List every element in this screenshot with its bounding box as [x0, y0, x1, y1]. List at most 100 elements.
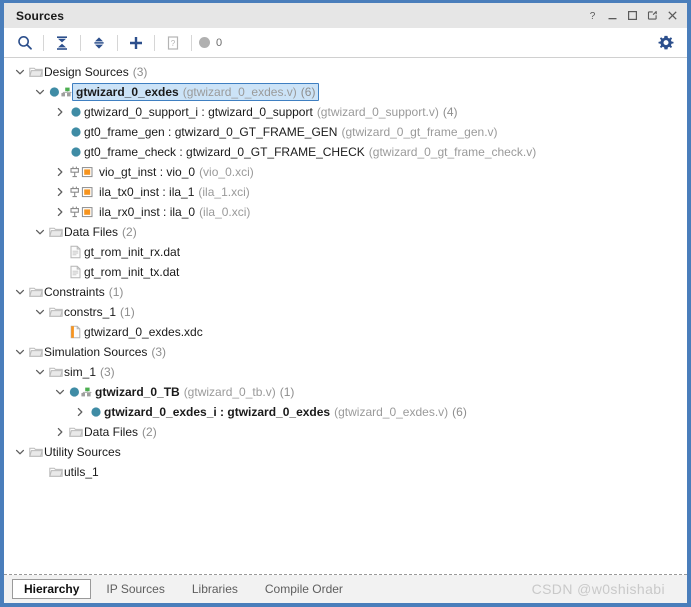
tab-hierarchy[interactable]: Hierarchy	[12, 579, 92, 599]
tree-row[interactable]: ila_tx0_inst : ila_1 (ila_1.xci)	[4, 182, 687, 202]
tree-row[interactable]: gt_rom_init_rx.dat	[4, 242, 687, 262]
tree-item-count: (2)	[142, 425, 157, 439]
tree-item-filename: (gtwizard_0_exdes.v)	[182, 85, 297, 99]
tree-item-name: constrs_1	[64, 305, 117, 319]
tree-row-label: Design Sources (3)	[44, 65, 147, 79]
tree-row[interactable]: gtwizard_0_exdes.xdc	[4, 322, 687, 342]
tree-item-filename: (ila_1.xci)	[198, 185, 250, 199]
tree-row-label: utils_1	[64, 465, 99, 479]
chevron-down-icon[interactable]	[52, 382, 67, 402]
chevron-down-icon[interactable]	[32, 222, 47, 242]
float-window-icon[interactable]	[644, 7, 661, 24]
module-icon	[87, 402, 104, 422]
tree-row[interactable]: gt0_frame_check : gtwizard_0_GT_FRAME_CH…	[4, 142, 687, 162]
tree-row[interactable]: utils_1	[4, 462, 687, 482]
tree-item-name: gtwizard_0_TB	[95, 385, 180, 399]
expand-all-icon[interactable]	[86, 31, 112, 55]
search-icon[interactable]	[12, 31, 38, 55]
chevron-right-icon[interactable]	[52, 162, 67, 182]
tree-row[interactable]: Design Sources (3)	[4, 62, 687, 82]
chevron-down-icon[interactable]	[12, 62, 27, 82]
chevron-right-icon[interactable]	[52, 182, 67, 202]
chevron-down-icon[interactable]	[32, 82, 47, 102]
maximize-icon[interactable]	[624, 7, 641, 24]
tree-row[interactable]: Simulation Sources (3)	[4, 342, 687, 362]
tree-item-filename: (vio_0.xci)	[199, 165, 254, 179]
titlebar: Sources ?	[4, 3, 687, 28]
module-top-icon	[47, 82, 75, 102]
chevron-right-icon[interactable]	[52, 202, 67, 222]
tree-item-filename: (gtwizard_0_tb.v)	[183, 385, 276, 399]
tree-row-label: gtwizard_0_exdes_i : gtwizard_0_exdes (gt…	[104, 405, 467, 419]
chevron-down-icon[interactable]	[12, 342, 27, 362]
folder-icon	[47, 462, 64, 482]
tree-item-name: gt0_frame_check : gtwizard_0_GT_FRAME_CH…	[84, 145, 365, 159]
tree-item-name: Simulation Sources	[44, 345, 148, 359]
module-top-icon	[67, 382, 95, 402]
sources-tree[interactable]: Design Sources (3) gtwizard_0_exdes (gtwiza…	[4, 58, 687, 574]
tree-row[interactable]: Constraints (1)	[4, 282, 687, 302]
folder-icon	[27, 342, 44, 362]
message-count-indicator: 0	[199, 37, 222, 49]
chevron-right-icon[interactable]	[52, 102, 67, 122]
tree-row-label: vio_gt_inst : vio_0 (vio_0.xci)	[99, 165, 254, 179]
tree-item-name: gtwizard_0_exdes_i : gtwizard_0_exdes	[104, 405, 331, 419]
tree-row[interactable]: Data Files (2)	[4, 422, 687, 442]
tree-item-count: (1)	[279, 385, 295, 399]
help-icon[interactable]: ?	[584, 7, 601, 24]
tree-item-filename: (ila_0.xci)	[199, 205, 251, 219]
tree-row-label: Data Files (2)	[64, 225, 137, 239]
tab-libraries[interactable]: Libraries	[180, 579, 250, 599]
tree-row-label: Utility Sources	[44, 445, 121, 459]
chevron-down-icon[interactable]	[32, 362, 47, 382]
close-icon[interactable]	[664, 7, 681, 24]
tree-item-name: Design Sources	[44, 65, 129, 79]
tree-row[interactable]: sim_1 (3)	[4, 362, 687, 382]
gear-icon[interactable]	[653, 31, 679, 55]
tree-item-count: (3)	[100, 365, 115, 379]
tree-item-count: (3)	[132, 65, 148, 79]
tree-row[interactable]: gt0_frame_gen : gtwizard_0_GT_FRAME_GEN(…	[4, 122, 687, 142]
collapse-all-icon[interactable]	[49, 31, 75, 55]
tree-item-name: utils_1	[64, 465, 99, 479]
tree-item-filename: (gtwizard_0_gt_frame_gen.v)	[341, 125, 498, 139]
tree-row[interactable]: Data Files (2)	[4, 222, 687, 242]
folder-icon	[27, 282, 44, 302]
tree-row[interactable]: ila_rx0_inst : ila_0 (ila_0.xci)	[4, 202, 687, 222]
tree-row[interactable]: gtwizard_0_exdes_i : gtwizard_0_exdes (gt…	[4, 402, 687, 422]
svg-text:?: ?	[171, 39, 176, 48]
tree-row-label: Constraints (1)	[44, 285, 123, 299]
panel-title: Sources	[16, 8, 65, 23]
tab-compile-order[interactable]: Compile Order	[253, 579, 355, 599]
tree-item-count: (6)	[300, 85, 316, 99]
tree-row[interactable]: constrs_1 (1)	[4, 302, 687, 322]
chevron-down-icon[interactable]	[12, 442, 27, 462]
chevron-down-icon[interactable]	[12, 282, 27, 302]
tree-item-name: ila_tx0_inst : ila_1	[99, 185, 195, 199]
tree-item-filename: (gtwizard_0_exdes.v)	[334, 405, 449, 419]
chevron-right-icon[interactable]	[72, 402, 87, 422]
tree-row-label: Data Files (2)	[84, 425, 157, 439]
tree-row[interactable]: gtwizard_0_exdes (gtwizard_0_exdes.v) (6)	[4, 82, 687, 102]
tree-row[interactable]: gtwizard_0_TB (gtwizard_0_tb.v) (1)	[4, 382, 687, 402]
report-icon: ?	[160, 31, 186, 55]
tree-item-name: sim_1	[64, 365, 97, 379]
tree-row-label: ila_rx0_inst : ila_0 (ila_0.xci)	[99, 205, 250, 219]
minimize-icon[interactable]	[604, 7, 621, 24]
chevron-down-icon[interactable]	[32, 302, 47, 322]
tree-row-label: gt_rom_init_tx.dat	[84, 265, 179, 279]
bottom-tabbar: Hierarchy IP Sources Libraries Compile Orde…	[4, 575, 687, 603]
add-sources-icon[interactable]	[123, 31, 149, 55]
tree-item-name: vio_gt_inst : vio_0	[99, 165, 196, 179]
tree-row[interactable]: gtwizard_0_support_i : gtwizard_0_suppor…	[4, 102, 687, 122]
datafile-icon	[67, 242, 84, 262]
chevron-right-icon[interactable]	[52, 422, 67, 442]
tree-row-label: gtwizard_0_support_i : gtwizard_0_suppor…	[84, 105, 458, 119]
tab-ip-sources[interactable]: IP Sources	[94, 579, 176, 599]
tree-item-name: gtwizard_0_exdes	[76, 85, 179, 99]
tree-row[interactable]: Utility Sources	[4, 442, 687, 462]
tree-item-name: gtwizard_0_support_i : gtwizard_0_suppor…	[84, 105, 313, 119]
tree-item-name: gt_rom_init_tx.dat	[84, 265, 180, 279]
tree-row[interactable]: vio_gt_inst : vio_0 (vio_0.xci)	[4, 162, 687, 182]
tree-row[interactable]: gt_rom_init_tx.dat	[4, 262, 687, 282]
